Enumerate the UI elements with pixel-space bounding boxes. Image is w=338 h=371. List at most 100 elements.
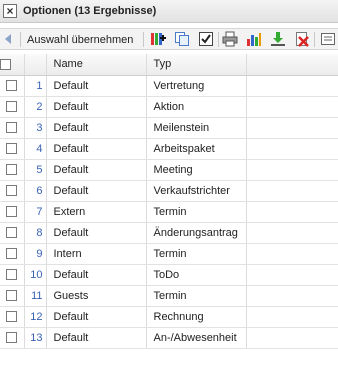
print-icon[interactable] <box>222 31 238 47</box>
row-checkbox[interactable] <box>0 201 25 223</box>
chart-icon[interactable] <box>246 31 262 47</box>
table-row[interactable]: 9 Intern Termin <box>0 243 338 265</box>
cell-name: Default <box>46 96 147 118</box>
cell-empty <box>246 327 338 349</box>
table-row[interactable]: 2 Default Aktion <box>0 96 338 118</box>
toolbar-separator <box>143 32 144 47</box>
row-checkbox[interactable] <box>0 159 25 181</box>
table-row[interactable]: 6 Default Verkaufstrichter <box>0 180 338 202</box>
cell-name: Default <box>46 306 147 328</box>
row-number[interactable]: 8 <box>24 222 47 244</box>
row-checkbox[interactable] <box>0 264 25 286</box>
cell-empty <box>246 96 338 118</box>
cell-empty <box>246 243 338 265</box>
cell-empty <box>246 159 338 181</box>
row-checkbox[interactable] <box>0 75 25 97</box>
column-header-empty <box>246 54 338 76</box>
row-checkbox[interactable] <box>0 138 25 160</box>
row-checkbox[interactable] <box>0 180 25 202</box>
row-number[interactable]: 9 <box>24 243 47 265</box>
table-row[interactable]: 7 Extern Termin <box>0 201 338 223</box>
cell-name: Extern <box>46 201 147 223</box>
close-icon[interactable]: × <box>3 4 17 18</box>
delete-icon[interactable] <box>294 31 310 47</box>
apply-selection-button[interactable]: Auswahl übernehmen <box>27 34 133 46</box>
cell-empty <box>246 222 338 244</box>
toolbar: Auswahl übernehmen <box>0 28 338 50</box>
row-checkbox[interactable] <box>0 243 25 265</box>
toolbar-separator <box>20 32 21 47</box>
table-row[interactable]: 11 Guests Termin <box>0 285 338 307</box>
cell-empty <box>246 264 338 286</box>
cell-empty <box>246 75 338 97</box>
row-number[interactable]: 11 <box>24 285 47 307</box>
cell-typ: Termin <box>146 201 247 223</box>
cell-empty <box>246 306 338 328</box>
export-icon[interactable] <box>270 31 286 47</box>
table-row[interactable]: 12 Default Rechnung <box>0 306 338 328</box>
table-row[interactable]: 4 Default Arbeitspaket <box>0 138 338 160</box>
cell-empty <box>246 201 338 223</box>
row-number[interactable]: 2 <box>24 96 47 118</box>
cell-typ: Termin <box>146 285 247 307</box>
add-column-icon[interactable] <box>150 31 166 47</box>
cell-name: Default <box>46 75 147 97</box>
title-bar: × Optionen (13 Ergebnisse) <box>0 0 338 23</box>
cell-name: Default <box>46 117 147 139</box>
back-arrow-icon[interactable] <box>3 33 13 45</box>
cell-empty <box>246 117 338 139</box>
cell-typ: Änderungsantrag <box>146 222 247 244</box>
cell-typ: Rechnung <box>146 306 247 328</box>
row-checkbox[interactable] <box>0 222 25 244</box>
row-number[interactable]: 5 <box>24 159 47 181</box>
cell-typ: Verkaufstrichter <box>146 180 247 202</box>
row-checkbox[interactable] <box>0 96 25 118</box>
cell-name: Guests <box>46 285 147 307</box>
select-all-checkbox[interactable] <box>0 54 25 76</box>
cell-name: Default <box>46 327 147 349</box>
toolbar-separator <box>218 32 219 47</box>
row-number[interactable]: 6 <box>24 180 47 202</box>
more-icon[interactable] <box>320 31 336 47</box>
column-header-name[interactable]: Name <box>46 54 147 76</box>
cell-typ: Meilenstein <box>146 117 247 139</box>
cell-typ: Aktion <box>146 96 247 118</box>
cell-name: Default <box>46 138 147 160</box>
row-number-header <box>24 54 47 76</box>
row-number[interactable]: 13 <box>24 327 47 349</box>
cell-empty <box>246 285 338 307</box>
cell-name: Default <box>46 180 147 202</box>
row-number[interactable]: 3 <box>24 117 47 139</box>
row-checkbox[interactable] <box>0 285 25 307</box>
cell-typ: Termin <box>146 243 247 265</box>
table-row[interactable]: 5 Default Meeting <box>0 159 338 181</box>
column-header-typ[interactable]: Typ <box>146 54 247 76</box>
row-number[interactable]: 7 <box>24 201 47 223</box>
table-row[interactable]: 3 Default Meilenstein <box>0 117 338 139</box>
row-number[interactable]: 10 <box>24 264 47 286</box>
cell-typ: An-/Abwesenheit <box>146 327 247 349</box>
copy-icon[interactable] <box>174 31 190 47</box>
cell-typ: Vertretung <box>146 75 247 97</box>
checkbox-icon[interactable] <box>198 31 214 47</box>
row-number[interactable]: 1 <box>24 75 47 97</box>
table-row[interactable]: 13 Default An-/Abwesenheit <box>0 327 338 349</box>
window-title: Optionen (13 Ergebnisse) <box>23 5 157 17</box>
row-number[interactable]: 12 <box>24 306 47 328</box>
cell-typ: ToDo <box>146 264 247 286</box>
row-number[interactable]: 4 <box>24 138 47 160</box>
table-row[interactable]: 8 Default Änderungsantrag <box>0 222 338 244</box>
cell-name: Default <box>46 159 147 181</box>
table-row[interactable]: 10 Default ToDo <box>0 264 338 286</box>
table-row[interactable]: 1 Default Vertretung <box>0 75 338 97</box>
cell-name: Default <box>46 264 147 286</box>
cell-empty <box>246 138 338 160</box>
table-header: Name Typ <box>0 54 338 76</box>
row-checkbox[interactable] <box>0 306 25 328</box>
cell-name: Default <box>46 222 147 244</box>
options-table: Name Typ 1 Default Vertretung 2 Default Aktio… <box>0 54 338 349</box>
row-checkbox[interactable] <box>0 327 25 349</box>
cell-typ: Arbeitspaket <box>146 138 247 160</box>
row-checkbox[interactable] <box>0 117 25 139</box>
cell-name: Intern <box>46 243 147 265</box>
